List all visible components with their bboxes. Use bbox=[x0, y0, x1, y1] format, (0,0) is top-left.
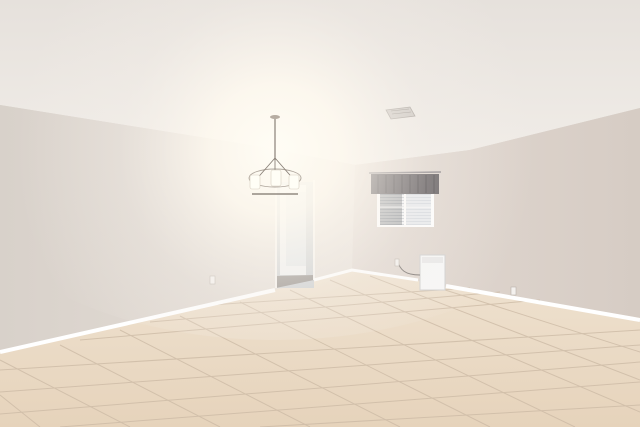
room-photo bbox=[0, 0, 640, 427]
room-svg bbox=[0, 0, 640, 427]
wall-outlet-right bbox=[510, 286, 517, 296]
